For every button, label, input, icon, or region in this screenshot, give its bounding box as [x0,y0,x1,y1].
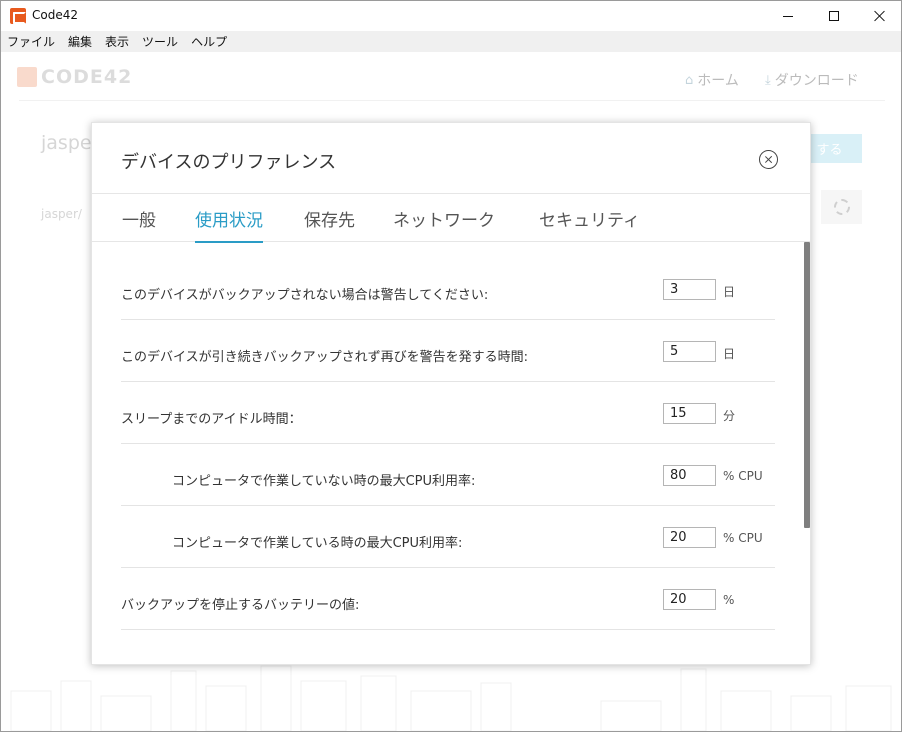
gear-icon [833,199,850,215]
code42-logo-icon [17,67,37,87]
menu-edit[interactable]: 編集 [68,33,92,50]
setting-label: バックアップを停止するバッテリーの値: [121,598,360,613]
setting-row: コンピュータで作業していない時の最大CPU利用率: % CPU [121,444,775,506]
tab-network[interactable]: ネットワーク [393,206,495,241]
device-path: jasper/ [41,207,82,221]
menu-view[interactable]: 表示 [105,33,129,50]
nav-download-label: ダウンロード [774,73,859,89]
setting-label: このデバイスがバックアップされない場合は警告してください: [121,288,489,303]
tab-general[interactable]: 一般 [122,206,156,241]
setting-label: コンピュータで作業している時の最大CPU利用率: [172,536,463,551]
home-icon: ⌂ [685,72,694,88]
menu-tools[interactable]: ツール [142,33,178,50]
setting-row: このデバイスが引き続きバックアップされず再びを警告を発する時間: 日 [121,320,775,382]
scrollbar-thumb[interactable] [804,242,810,528]
setting-label: このデバイスが引き続きバックアップされず再びを警告を発する時間: [121,350,528,365]
menu-file[interactable]: ファイル [7,33,55,50]
maximize-button[interactable] [811,1,857,31]
setting-row: コンピュータで作業している時の最大CPU利用率: % CPU [121,506,775,568]
cpu-away-input[interactable] [663,465,716,486]
tab-security[interactable]: セキュリティ [539,206,640,241]
setting-row: バックアップを停止するバッテリーの値: % [121,568,775,630]
setting-label: コンピュータで作業していない時の最大CPU利用率: [172,474,476,489]
download-icon: ⤓ [765,72,771,88]
dialog-close-icon[interactable] [759,150,778,169]
rewarning-days-input[interactable] [663,341,716,362]
menu-bar: ファイル 編集 表示 ツール ヘルプ [0,31,902,52]
app-logo-icon [10,8,26,24]
close-icon [874,10,886,22]
preferences-dialog: デバイスのプリファレンス 一般 使用状況 保存先 ネットワーク セキュリティ こ… [91,122,811,665]
code42-logo: CODE42 [17,66,132,88]
nav-home-label: ホーム [697,73,739,89]
maximize-icon [829,11,839,21]
title-bar: Code42 [0,0,902,31]
logo-text: CODE42 [41,66,133,88]
window-title: Code42 [32,8,78,22]
header-divider [19,100,885,101]
minimize-icon [783,15,793,17]
nav-home[interactable]: ⌂ ホーム [685,70,739,90]
nav-download[interactable]: ⤓ ダウンロード [765,70,859,90]
battery-threshold-input[interactable] [663,589,716,610]
setting-label: スリープまでのアイドル時間： [121,412,302,427]
tab-usage[interactable]: 使用状況 [195,206,263,243]
setting-unit: % CPU [723,469,763,483]
cpu-present-input[interactable] [663,527,716,548]
usage-settings-list: このデバイスがバックアップされない場合は警告してください: 日 このデバイスが引… [121,258,775,630]
minimize-button[interactable] [765,1,811,31]
backup-warning-days-input[interactable] [663,279,716,300]
preferences-tabs: 一般 使用状況 保存先 ネットワーク セキュリティ [92,194,810,243]
setting-row: このデバイスがバックアップされない場合は警告してください: 日 [121,258,775,320]
setting-unit: % [723,593,735,607]
city-skyline-illustration [10,665,892,731]
idle-minutes-input[interactable] [663,403,716,424]
device-settings-button[interactable] [821,190,862,224]
setting-unit: 分 [723,409,736,423]
setting-unit: 日 [723,347,736,361]
tab-destinations[interactable]: 保存先 [304,206,355,241]
setting-row: スリープまでのアイドル時間： 分 [121,382,775,444]
device-action-label: する [816,143,843,158]
setting-unit: % CPU [723,531,763,545]
menu-help[interactable]: ヘルプ [191,33,227,50]
dialog-title: デバイスのプリファレンス [121,152,337,173]
setting-unit: 日 [723,285,736,299]
close-window-button[interactable] [857,1,902,31]
